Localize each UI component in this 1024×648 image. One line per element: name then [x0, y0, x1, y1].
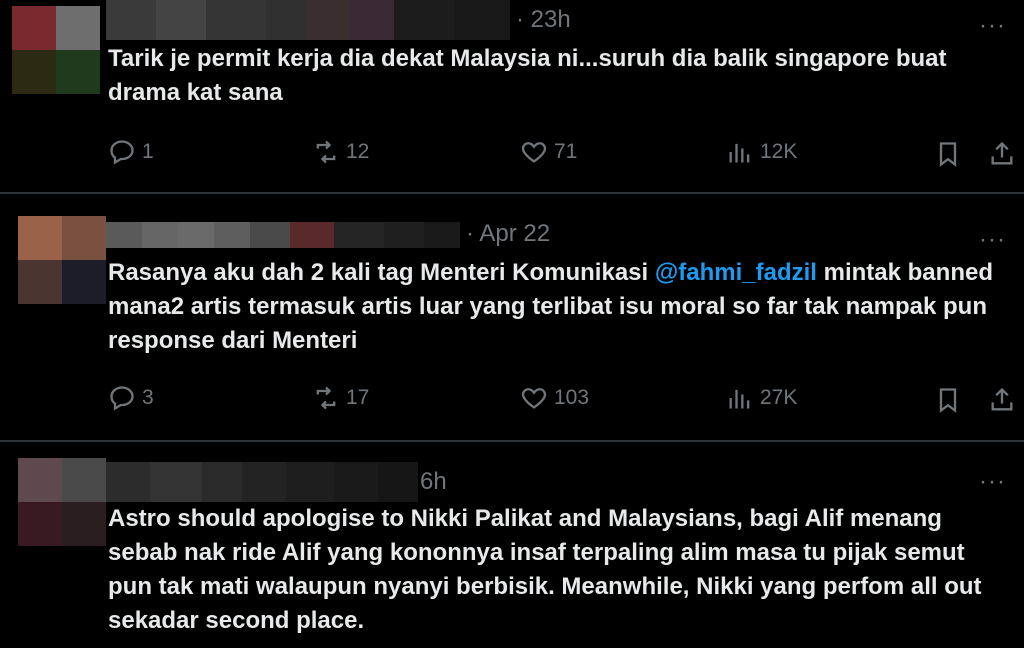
more-options-icon[interactable]: ··· — [979, 12, 1006, 40]
reply-count: 1 — [142, 140, 154, 163]
reply-button[interactable]: 3 — [108, 384, 154, 412]
heart-icon — [521, 142, 547, 163]
views-count: 12K — [760, 140, 798, 163]
tweet-text-part: Rasanya aku dah 2 kali tag Menteri Komun… — [108, 259, 655, 286]
like-count: 71 — [554, 140, 578, 163]
timestamp[interactable]: · 23h — [516, 6, 571, 34]
retweet-button[interactable]: 12 — [312, 138, 369, 166]
more-options-icon[interactable]: ··· — [979, 468, 1006, 496]
views-icon — [729, 389, 750, 409]
avatar[interactable] — [18, 216, 106, 304]
author-name-redacted[interactable] — [106, 222, 460, 248]
tweet-text: Rasanya aku dah 2 kali tag Menteri Komun… — [108, 256, 1008, 358]
bookmark-icon — [939, 388, 957, 413]
like-button[interactable]: 103 — [520, 384, 589, 412]
heart-icon — [521, 388, 547, 409]
share-icon — [991, 387, 1013, 411]
views-button[interactable]: 27K — [726, 384, 797, 412]
views-icon — [729, 143, 750, 163]
share-button[interactable] — [988, 140, 1016, 168]
share-icon — [991, 141, 1013, 165]
action-bar: 3 17 103 27K — [0, 384, 1024, 416]
retweet-count: 12 — [346, 140, 370, 163]
retweet-count: 17 — [346, 386, 370, 409]
author-name-redacted[interactable] — [106, 0, 510, 40]
reply-icon — [110, 140, 134, 165]
reply-button[interactable]: 1 — [108, 138, 154, 166]
more-options-icon[interactable]: ··· — [979, 226, 1006, 254]
action-bar: 1 12 71 12K — [0, 138, 1024, 170]
retweet-icon — [316, 386, 336, 410]
tweet-1[interactable]: · 23h ··· Tarik je permit kerja dia deka… — [0, 0, 1024, 192]
retweet-icon — [316, 140, 336, 164]
timestamp[interactable]: 6h — [420, 468, 447, 496]
avatar[interactable] — [12, 6, 100, 94]
share-button[interactable] — [988, 386, 1016, 414]
timestamp[interactable]: · Apr 22 — [466, 220, 550, 248]
retweet-button[interactable]: 17 — [312, 384, 369, 412]
reply-icon — [110, 386, 134, 411]
tweet-text: Astro should apologise to Nikki Palikat … — [108, 505, 982, 634]
tweet-text: Tarik je permit kerja dia dekat Malaysia… — [108, 45, 947, 106]
like-count: 103 — [554, 386, 590, 409]
views-button[interactable]: 12K — [726, 138, 797, 166]
author-name-redacted[interactable] — [106, 462, 418, 502]
views-count: 27K — [760, 386, 798, 409]
like-button[interactable]: 71 — [520, 138, 577, 166]
bookmark-button[interactable] — [934, 140, 962, 168]
avatar[interactable] — [18, 458, 106, 546]
tweet-2[interactable]: · Apr 22 ··· Rasanya aku dah 2 kali tag … — [0, 194, 1024, 440]
bookmark-button[interactable] — [934, 386, 962, 414]
mention-link[interactable]: @fahmi_fadzil — [655, 259, 817, 286]
bookmark-icon — [939, 142, 957, 167]
tweet-3[interactable]: 6h ··· Astro should apologise to Nikki P… — [0, 442, 1024, 648]
reply-count: 3 — [142, 386, 154, 409]
